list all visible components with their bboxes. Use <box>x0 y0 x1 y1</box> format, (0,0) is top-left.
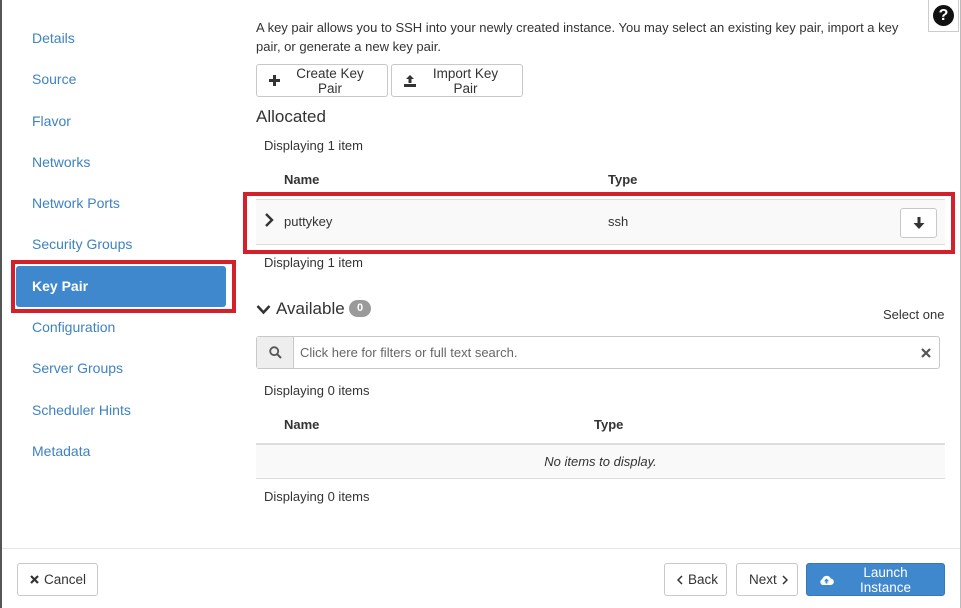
cancel-button[interactable]: Cancel <box>17 563 98 596</box>
available-name-header: Name <box>284 417 320 432</box>
available-type-header: Type <box>594 417 624 432</box>
create-key-pair-label: Create Key Pair <box>296 65 364 96</box>
cloud-upload-icon <box>819 574 834 586</box>
import-key-pair-label: Import Key Pair <box>432 65 499 96</box>
help-button[interactable]: ? <box>928 0 959 32</box>
create-key-pair-button[interactable]: Create Key Pair <box>256 64 388 97</box>
chevron-down-icon <box>256 304 271 315</box>
plus-icon <box>269 75 280 86</box>
nav-item-flavor[interactable]: Flavor <box>16 101 226 142</box>
clear-search-icon[interactable] <box>913 337 939 368</box>
nav-item-metadata[interactable]: Metadata <box>16 431 226 472</box>
chevron-left-icon <box>677 574 683 585</box>
upload-icon <box>404 74 416 87</box>
close-icon <box>30 575 39 584</box>
window-left-edge <box>0 0 2 608</box>
available-count-top: Displaying 0 items <box>264 383 370 398</box>
key-pair-description: A key pair allows you to SSH into your n… <box>256 20 899 54</box>
nav-item-configuration[interactable]: Configuration <box>16 307 226 348</box>
allocated-count-top: Displaying 1 item <box>264 138 363 153</box>
chevron-right-icon <box>782 574 788 585</box>
allocated-row-highlight-box <box>243 192 955 254</box>
nav-item-network-ports[interactable]: Network Ports <box>16 183 226 224</box>
nav-item-scheduler-hints[interactable]: Scheduler Hints <box>16 390 226 431</box>
launch-instance-label: Launch Instance <box>859 564 912 595</box>
search-input[interactable] <box>294 337 913 368</box>
nav-item-networks[interactable]: Networks <box>16 142 226 183</box>
next-button[interactable]: Next <box>736 563 798 596</box>
allocated-name-header: Name <box>284 172 320 187</box>
select-one-hint: Select one <box>883 307 945 322</box>
back-label: Back <box>688 572 719 587</box>
nav-item-server-groups[interactable]: Server Groups <box>16 348 226 389</box>
cancel-label: Cancel <box>44 572 87 587</box>
next-label: Next <box>749 572 777 587</box>
allocated-count-bottom: Displaying 1 item <box>264 255 363 270</box>
launch-instance-button[interactable]: Launch Instance <box>806 563 945 596</box>
empty-table-message: No items to display. <box>256 445 945 479</box>
allocated-title: Allocated <box>256 107 326 126</box>
key-pair-nav-highlight-box <box>11 260 236 313</box>
available-search-bar <box>256 336 940 369</box>
import-key-pair-button[interactable]: Import Key Pair <box>391 64 523 97</box>
nav-item-details[interactable]: Details <box>16 18 226 59</box>
nav-item-source[interactable]: Source <box>16 59 226 100</box>
available-title: Available <box>276 299 345 318</box>
search-icon <box>257 337 294 368</box>
available-count-badge: 0 <box>349 300 371 317</box>
back-button[interactable]: Back <box>664 563 727 596</box>
question-icon: ? <box>933 5 954 26</box>
available-toggle[interactable]: Available <box>256 299 345 319</box>
wizard-step-nav: Details Source Flavor Networks Network P… <box>16 18 226 472</box>
available-count-bottom: Displaying 0 items <box>264 489 370 504</box>
allocated-type-header: Type <box>608 172 638 187</box>
